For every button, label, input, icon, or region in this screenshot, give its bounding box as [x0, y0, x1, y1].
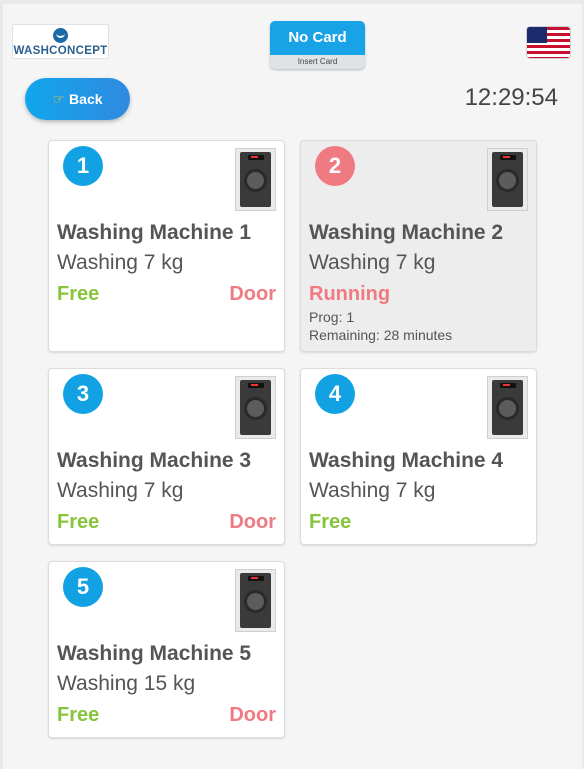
back-button[interactable]: ☞ Back	[25, 78, 130, 120]
us-flag-icon[interactable]	[526, 26, 571, 59]
machine-capacity: Washing 7 kg	[309, 251, 436, 274]
machine-title: Washing Machine 3	[57, 449, 252, 472]
machine-status: Free	[57, 704, 100, 726]
machine-title: Washing Machine 1	[57, 221, 252, 244]
machine-status: Free	[309, 511, 352, 533]
card-status-sublabel: Insert Card	[297, 57, 338, 66]
back-button-label: Back	[69, 91, 103, 107]
machine-card-5[interactable]: 5 Washing Machine 5 Washing 15 kg Free D…	[48, 561, 285, 738]
door-button[interactable]: Door	[229, 704, 276, 727]
machine-number-badge: 2	[315, 146, 355, 186]
washconcept-logo: WASHCONCEPT	[12, 24, 109, 59]
machine-number-badge: 5	[63, 567, 103, 607]
washing-machine-icon	[235, 376, 276, 439]
machine-capacity: Washing 7 kg	[57, 479, 184, 502]
machine-card-2[interactable]: 2 Washing Machine 2 Washing 7 kg Running…	[300, 140, 537, 352]
door-button[interactable]: Door	[229, 511, 276, 534]
card-status-button[interactable]: No Card Insert Card	[270, 21, 365, 69]
washing-machine-icon	[235, 569, 276, 632]
machine-title: Washing Machine 2	[309, 221, 504, 244]
machine-card-1[interactable]: 1 Washing Machine 1 Washing 7 kg Free Do…	[48, 140, 285, 352]
machine-status: Free	[57, 283, 100, 305]
machine-status: Running	[309, 283, 391, 305]
pointing-hand-icon: ☞	[52, 90, 66, 107]
washing-machine-icon	[235, 148, 276, 211]
washing-machine-icon	[487, 376, 528, 439]
machine-capacity: Washing 7 kg	[57, 251, 184, 274]
clock: 12:29:54	[464, 84, 558, 111]
door-button[interactable]: Door	[229, 283, 276, 306]
machine-card-4[interactable]: 4 Washing Machine 4 Washing 7 kg Free	[300, 368, 537, 545]
machine-title: Washing Machine 4	[309, 449, 504, 472]
machine-title: Washing Machine 5	[57, 642, 252, 665]
machine-card-3[interactable]: 3 Washing Machine 3 Washing 7 kg Free Do…	[48, 368, 285, 545]
machine-program: Prog: 1	[309, 309, 355, 325]
card-status-label: No Card	[270, 21, 365, 55]
washing-machine-icon	[487, 148, 528, 211]
logo-text: WASHCONCEPT	[13, 45, 108, 57]
machine-number-badge: 4	[315, 374, 355, 414]
machine-number-badge: 1	[63, 146, 103, 186]
machine-status: Free	[57, 511, 100, 533]
machine-remaining-time: Remaining: 28 minutes	[309, 327, 453, 343]
machine-capacity: Washing 7 kg	[309, 479, 436, 502]
logo-globe-icon	[53, 28, 68, 43]
machine-capacity: Washing 15 kg	[57, 672, 196, 695]
flag-canton	[527, 27, 547, 43]
machine-number-badge: 3	[63, 374, 103, 414]
